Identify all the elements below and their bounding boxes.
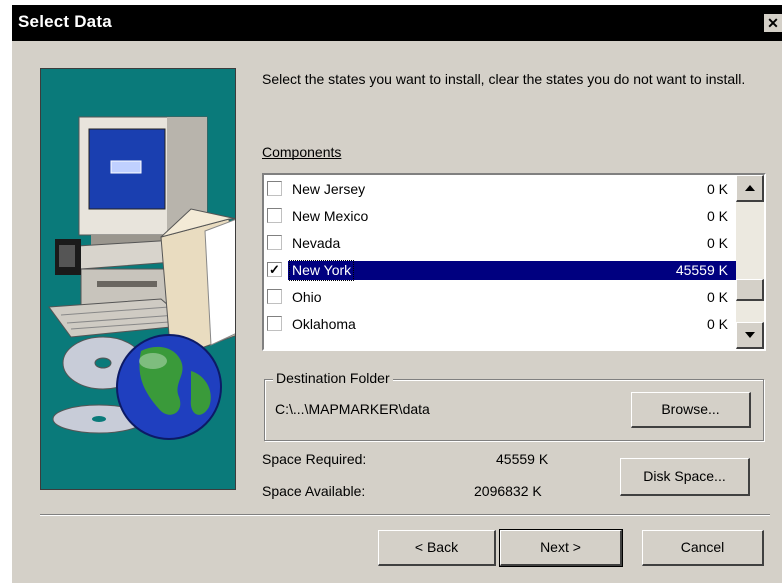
list-item[interactable]: New Jersey 0 K [264, 175, 736, 202]
checkbox[interactable] [267, 316, 282, 331]
selection-highlight [288, 261, 736, 280]
checkbox[interactable] [267, 235, 282, 250]
checkbox[interactable] [267, 181, 282, 196]
arrow-up-icon [745, 185, 755, 191]
scroll-thumb[interactable] [736, 279, 764, 301]
list-item-name: New Mexico [292, 208, 369, 224]
destination-folder-label: Destination Folder [273, 370, 393, 386]
vertical-scrollbar[interactable] [736, 175, 764, 349]
destination-path: C:\...\MAPMARKER\data [275, 401, 430, 417]
browse-button[interactable]: Browse... [631, 392, 751, 428]
space-available-value: 2096832 K [474, 483, 542, 499]
list-item-name: Ohio [292, 289, 322, 305]
space-required-value: 45559 K [496, 451, 549, 467]
globe-icon [116, 334, 222, 440]
components-listbox[interactable]: New Jersey 0 K New Mexico 0 K Nevada 0 K… [262, 173, 766, 351]
scroll-down-button[interactable] [736, 322, 764, 349]
components-label: Components [262, 144, 342, 160]
checkbox-checked[interactable]: ✓ [267, 262, 282, 277]
title-bar: Select Data ✕ [12, 5, 782, 41]
list-item-size: 0 K [706, 316, 728, 332]
list-item[interactable]: New Mexico 0 K [264, 202, 736, 229]
list-item-name: New Jersey [292, 181, 366, 197]
checkbox[interactable] [267, 208, 282, 223]
list-item[interactable]: Nevada 0 K [264, 229, 736, 256]
list-item-size: 0 K [706, 181, 728, 197]
list-item-selected[interactable]: ✓ New York 45559 K [264, 256, 736, 283]
arrow-down-icon [745, 332, 755, 338]
scroll-up-button[interactable] [736, 175, 764, 202]
list-item-name: Nevada [292, 235, 341, 251]
space-required-label: Space Required: [262, 451, 367, 467]
list-item-size: 45559 K [675, 262, 728, 278]
select-data-dialog: Select Data ✕ Select the states you want… [12, 5, 782, 583]
close-icon[interactable]: ✕ [764, 14, 782, 32]
back-button[interactable]: < Back [378, 530, 496, 566]
space-available-label: Space Available: [262, 483, 366, 499]
separator [40, 514, 770, 516]
list-item-size: 0 K [706, 235, 728, 251]
cancel-button[interactable]: Cancel [642, 530, 764, 566]
window-title: Select Data [18, 12, 112, 31]
disk-space-button[interactable]: Disk Space... [620, 458, 750, 496]
installer-illustration [40, 68, 236, 490]
checkbox[interactable] [267, 289, 282, 304]
list-item-name: New York [288, 260, 355, 281]
next-button[interactable]: Next > [499, 529, 623, 567]
instructions-text: Select the states you want to install, c… [262, 71, 746, 87]
list-item-name: Oklahoma [292, 316, 356, 332]
list-item[interactable]: Oklahoma 0 K [264, 310, 736, 337]
destination-folder-group: Destination Folder C:\...\MAPMARKER\data… [264, 370, 764, 441]
list-item-size: 0 K [706, 289, 728, 305]
list-item[interactable]: Ohio 0 K [264, 283, 736, 310]
list-item-size: 0 K [706, 208, 728, 224]
